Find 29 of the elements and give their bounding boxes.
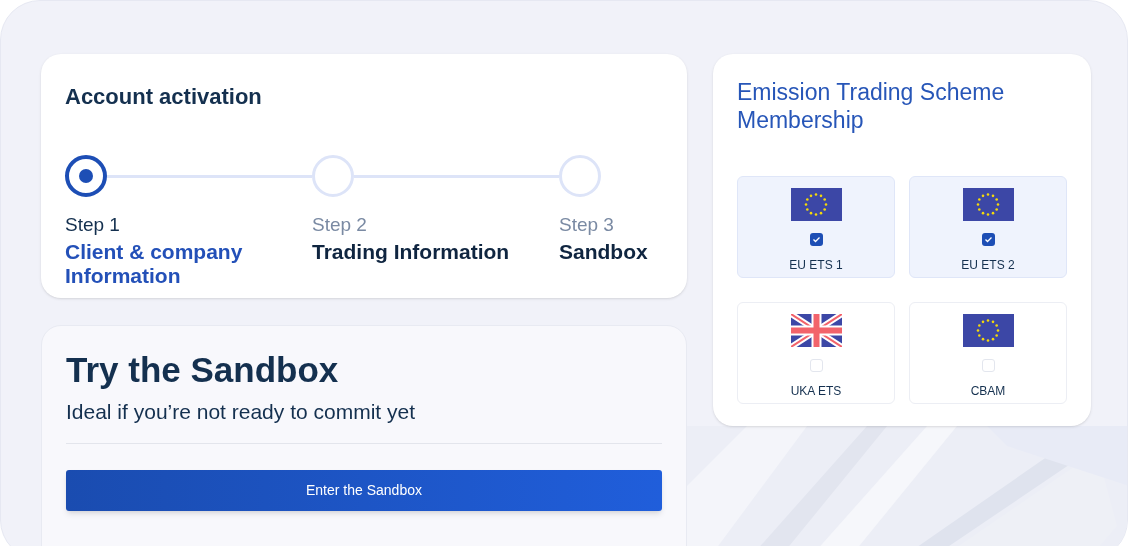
scheme-option[interactable]: EU ETS 1 xyxy=(737,176,895,278)
check-icon xyxy=(811,235,821,244)
enter-sandbox-button[interactable]: Enter the Sandbox xyxy=(66,470,662,512)
step-title: Client & company Information xyxy=(65,239,244,288)
sandbox-title: Try the Sandbox xyxy=(66,348,340,391)
scheme-label: EU ETS 1 xyxy=(789,257,843,274)
step-label: Step 3 xyxy=(559,213,615,237)
step-title: Trading Information xyxy=(312,239,511,264)
checkbox[interactable] xyxy=(809,233,823,246)
checkbox[interactable] xyxy=(981,233,995,246)
check-icon xyxy=(983,235,993,244)
step-title: Sandbox xyxy=(559,239,649,264)
scheme-label: UKA ETS xyxy=(790,383,842,400)
step-label: Step 1 xyxy=(65,213,121,237)
scheme-label: CBAM xyxy=(970,383,1006,400)
scheme-option[interactable]: CBAM xyxy=(909,302,1067,404)
card-title: Emission Trading Scheme Membership xyxy=(737,78,1006,134)
checkbox[interactable] xyxy=(981,359,995,372)
scheme-label: EU ETS 2 xyxy=(961,257,1015,274)
scheme-option[interactable]: EU ETS 2 xyxy=(909,176,1067,278)
sandbox-subtitle: Ideal if you’re not ready to commit yet xyxy=(66,398,416,425)
uk-flag-icon xyxy=(790,314,842,347)
eu-flag-icon xyxy=(790,188,842,221)
eu-flag-icon xyxy=(962,314,1014,347)
card-title: Account activation xyxy=(65,83,263,111)
step-label: Step 2 xyxy=(312,213,368,237)
eu-flag-icon xyxy=(962,188,1014,221)
scheme-option[interactable]: UKA ETS xyxy=(737,302,895,404)
checkbox[interactable] xyxy=(809,359,823,372)
